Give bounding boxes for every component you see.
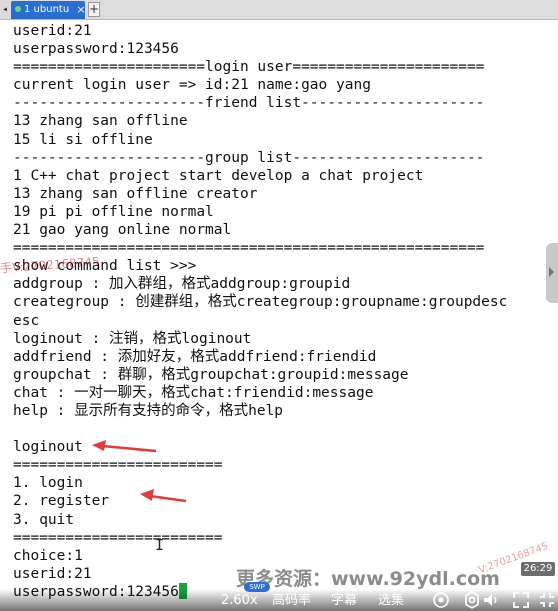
side-panel-toggle[interactable] [546, 243, 558, 303]
target-icon[interactable] [432, 591, 450, 609]
tab-close-icon[interactable]: × [75, 1, 87, 19]
terminal-line: creategroup : 创建群组，格式creategroup:groupna… [13, 294, 508, 311]
terminal-line: userid:21 [13, 23, 92, 39]
session-status-icon [15, 6, 21, 12]
terminal-line: ======================== [13, 457, 223, 474]
subtitles-button[interactable]: 字幕 [331, 593, 357, 609]
terminal-output[interactable]: userid:21 userpassword:123456 ============… [13, 22, 553, 601]
fullscreen-icon[interactable] [512, 591, 530, 609]
terminal-line: addfriend : 添加好友，格式addfriend:friendid [13, 348, 377, 365]
terminal-line: 13 zhang san offline [13, 113, 188, 130]
tab-label: 1 ubuntu [24, 4, 70, 15]
terminal-line: current login user => id:21 name:gao yan… [13, 77, 371, 94]
terminal-line: addgroup : 加入群组，格式addgroup:groupid [13, 276, 351, 293]
terminal-line: 15 li si offline [13, 131, 153, 148]
promo-watermark: 更多资源：www.92ydl.com [236, 568, 500, 590]
annotation-arrow-loginout [92, 440, 157, 453]
annotation-arrow-register [140, 489, 187, 503]
terminal-line: esc [13, 312, 40, 329]
terminal-line: userpassword:123456 [13, 41, 179, 58]
tab-ubuntu[interactable]: 1 ubuntu [11, 1, 85, 19]
terminal-line: ======================login user========… [13, 59, 485, 76]
terminal-line: chat : 一对一聊天，格式chat:friendid:message [13, 384, 374, 401]
episodes-button[interactable]: 选集 [378, 593, 404, 609]
terminal-line: 1. login [13, 475, 83, 492]
text-cursor-icon: I [155, 536, 165, 554]
tab-bar: ◂ 1 ubuntu × + [0, 0, 558, 20]
terminal-line: 13 zhang san offline creator [13, 185, 258, 202]
quality-button[interactable]: 高码率 [272, 593, 311, 609]
terminal-line: 1 C++ chat project start develop a chat … [13, 167, 424, 184]
terminal-line: ======================== [13, 529, 223, 546]
terminal-line: 3. quit [13, 511, 75, 528]
terminal-line: 2. register [13, 493, 110, 510]
exit-fullscreen-icon[interactable] [538, 591, 556, 609]
terminal-line: 21 gao yang online normal [13, 222, 232, 239]
terminal-line: ----------------------group list--------… [13, 149, 485, 166]
terminal-line: groupchat : 群聊，格式groupchat:groupid:messa… [13, 366, 409, 383]
settings-icon[interactable] [463, 591, 481, 609]
terminal-line: help : 显示所有支持的命令，格式help [13, 402, 284, 419]
tab-scroll-left-icon[interactable]: ◂ [0, 2, 10, 17]
timestamp-label: 26:29 [521, 562, 555, 576]
new-tab-button[interactable]: + [88, 2, 100, 17]
swp-badge: SWP [244, 582, 270, 592]
terminal-line: choice:1 [13, 547, 83, 564]
playback-speed[interactable]: 2.60x [221, 593, 258, 609]
volume-icon[interactable] [482, 591, 500, 609]
terminal-line: loginout : 注销，格式loginout [13, 330, 252, 347]
terminal-line: 19 pi pi offline normal [13, 203, 214, 220]
terminal-line: ----------------------friend list-------… [13, 95, 485, 112]
